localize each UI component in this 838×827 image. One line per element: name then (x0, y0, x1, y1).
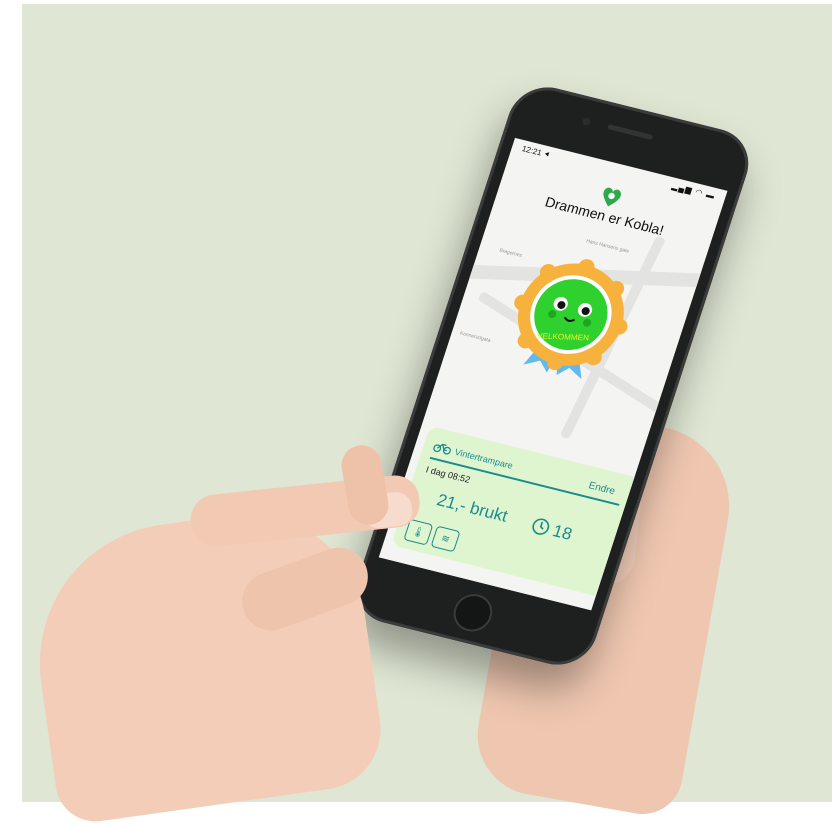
rental-card[interactable]: Vintertrampare Endre I dag 08:52 21,- br… (391, 425, 635, 597)
status-signal-icons: ▂▄▆ ◠ ▬ (670, 181, 717, 201)
wind-icon[interactable]: ≋ (430, 525, 461, 553)
price-used: 21,- brukt (434, 490, 511, 526)
timer-value: 18 (550, 521, 575, 544)
earpiece (607, 124, 654, 140)
map-street-label: Bragernes (498, 247, 523, 259)
plan-name: Vintertrampare (453, 446, 515, 471)
clock-icon (532, 518, 550, 535)
photo-scene: Hans Hansens gate Bragernes Konnerudgata… (0, 0, 838, 827)
edit-plan-link[interactable]: Endre (587, 480, 616, 497)
map-street-label: Hans Hansens gate (585, 238, 630, 255)
home-button[interactable] (448, 590, 498, 636)
front-camera (581, 116, 592, 127)
bicycle-icon (433, 443, 451, 455)
map-street-label: Konnerudgata (458, 330, 492, 344)
status-time: 12:21 ⯇ (520, 144, 552, 160)
